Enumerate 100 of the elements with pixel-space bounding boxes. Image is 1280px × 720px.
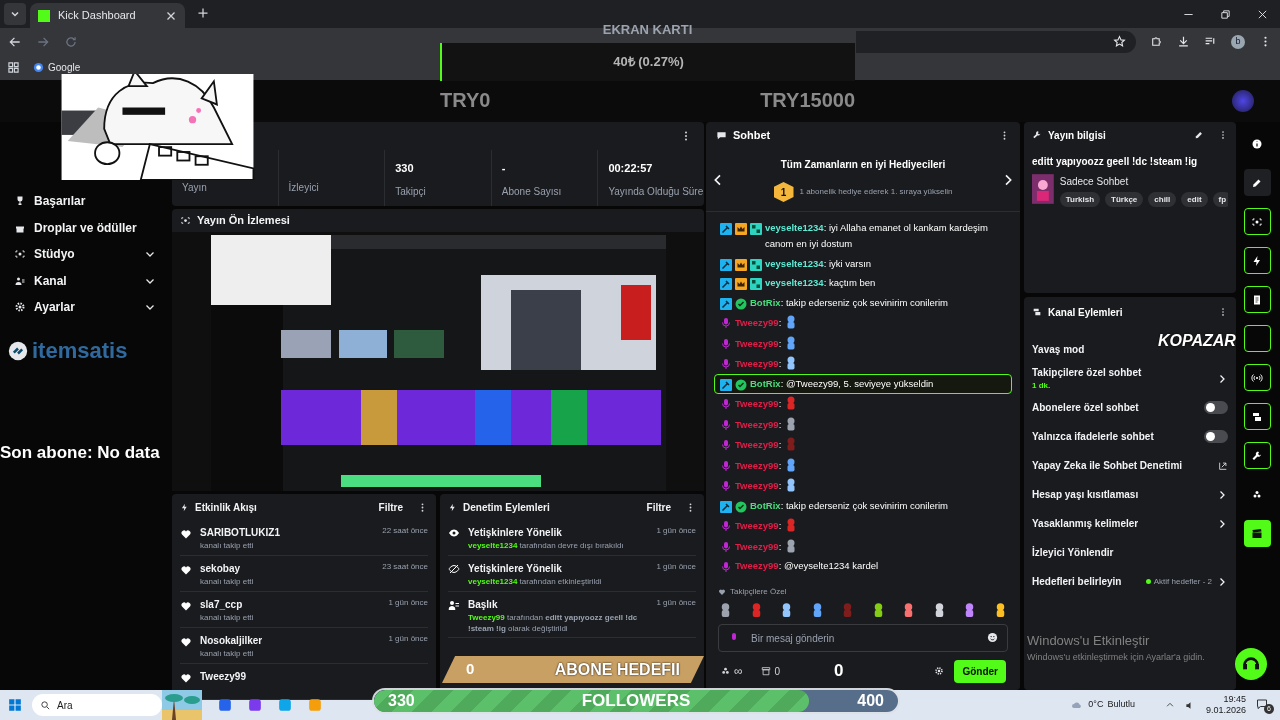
rail-button[interactable] [1243, 208, 1271, 235]
rail-button[interactable] [1243, 169, 1271, 196]
feed-item[interactable]: sekobay kanalı takip etti 23 saat önce [180, 556, 428, 592]
stat-value: - [501, 161, 507, 176]
setting-row[interactable]: Takipçilere özel sohbet 1 dk. [1032, 364, 1228, 393]
sidebar-item[interactable]: Ayarlar [0, 294, 170, 321]
sword-badge-icon [720, 297, 732, 310]
globe-icon [33, 62, 44, 73]
taskbar-clock[interactable]: 19:45 9.01.2026 [1205, 694, 1246, 716]
toggle-switch[interactable] [1204, 430, 1228, 443]
download-icon[interactable] [1177, 35, 1190, 48]
user-avatar[interactable] [1232, 90, 1254, 112]
setting-link[interactable]: İzleyici Yönlendir [1032, 545, 1114, 560]
weather-widget[interactable]: 0°C Bulutlu [1070, 698, 1135, 712]
feed-item[interactable]: sla7_ccp kanalı takip etti 1 gün önce [180, 592, 428, 628]
send-button[interactable]: Gönder [954, 659, 1006, 683]
tag-chip[interactable]: Türkçe [1105, 192, 1144, 207]
setting-row[interactable]: Yasaklanmış kelimeler [1032, 509, 1228, 538]
sidebar-item[interactable]: Kanal [0, 267, 170, 294]
goal-target: 400 [857, 691, 884, 711]
filter-button[interactable]: Filtre [646, 499, 671, 515]
app-icon[interactable] [218, 698, 232, 712]
app-icon[interactable] [308, 698, 322, 712]
clapperboard-icon [1251, 527, 1263, 540]
feed-item[interactable]: SARIBOTLUKIZ1 kanalı takip etti 22 saat önce [180, 520, 428, 556]
feed-item[interactable]: Nosokaljilker kanalı takip etti 1 gün önce [180, 628, 428, 664]
rail-button[interactable] [1243, 364, 1271, 391]
setting-row[interactable]: Yalnızca ifadelerle sohbet [1032, 422, 1228, 451]
filter-button[interactable]: Filtre [378, 499, 403, 515]
rail-button[interactable] [1243, 247, 1271, 274]
camera-icon [180, 215, 191, 226]
new-tab-icon[interactable] [197, 7, 209, 19]
store-indicator[interactable]: 0 [760, 663, 781, 679]
card-title: Etkinlik Akışı [195, 500, 258, 515]
tab-search-button[interactable] [4, 3, 26, 25]
puzzle-icon[interactable] [1150, 35, 1163, 48]
stream-title: editt yapıyoozz geell !dc !steam !ig [1032, 155, 1199, 169]
heart-icon [180, 564, 192, 576]
sword-badge-icon [720, 258, 732, 271]
sword-badge-icon [720, 500, 732, 513]
chevron-up-icon[interactable] [1164, 700, 1175, 710]
bookmark[interactable]: Google [29, 60, 85, 75]
chat-message: Tweezy99: [735, 456, 1006, 474]
setting-row[interactable]: Hesap yaşı kısıtlaması [1032, 480, 1228, 509]
tag-chip[interactable]: Turkish [1059, 192, 1101, 207]
taskbar-search[interactable]: Ara [32, 694, 162, 716]
close-icon[interactable] [165, 9, 177, 22]
setting-label: Takipçilere özel sohbet [1032, 366, 1142, 380]
timestamp: 1 gün önce [388, 633, 428, 645]
message-input[interactable]: Bir mesaj gönderin [718, 624, 1008, 652]
chat-message: Tweezy99: [735, 314, 1006, 332]
settings-icon[interactable] [934, 666, 945, 676]
overlay-logo: KOPAZAR [1158, 332, 1236, 350]
external-link-icon [1218, 460, 1228, 471]
notification-icon[interactable] [1256, 698, 1268, 710]
feed-item[interactable]: Başlık Tweezy99 tarafından editt yapıyoozz geell !dc !steam !ig olarak değiştirildi 1 gün önce [448, 592, 696, 638]
tag-chip[interactable]: chill [1148, 192, 1177, 207]
card-title: Sohbet [733, 127, 772, 143]
edit-icon[interactable] [1194, 130, 1204, 140]
smiley-icon[interactable] [987, 632, 998, 643]
goal-min: TRY0 [440, 88, 491, 113]
tag-chip[interactable]: edit [1181, 192, 1208, 207]
toggle-switch[interactable] [1204, 401, 1228, 414]
setting-row[interactable]: Abonelere özel sohbet [1032, 393, 1228, 422]
support-icon[interactable] [1235, 648, 1267, 680]
sidebar-item[interactable]: Stüdyo [0, 241, 170, 268]
star-icon[interactable] [1113, 35, 1126, 48]
restore-icon[interactable] [1220, 8, 1231, 20]
link-icon [8, 341, 28, 361]
goal-current: 0 [466, 659, 475, 680]
video-icon [1251, 410, 1263, 423]
profile-avatar[interactable]: b [1231, 34, 1245, 49]
feed-item[interactable]: Yetişkinlere Yönelik veyselte1234 tarafından etkinleştirildi 1 gün önce [448, 556, 696, 592]
apps-grid-icon[interactable] [8, 62, 19, 73]
rail-button[interactable] [1243, 403, 1271, 430]
sidebar-item[interactable]: Başarılar [0, 188, 170, 215]
chat-message: veyselte1234: iyki varsın [765, 256, 873, 271]
app-icon[interactable] [278, 698, 292, 712]
setting-row[interactable]: Hedefleri belirleyin Aktif hedefler - 2 [1032, 567, 1228, 596]
gifters-title: Tüm Zamanların en iyi Hediyecileri [780, 158, 946, 172]
tag-chip[interactable]: fp [1212, 192, 1228, 207]
browser-tab[interactable]: Kick Dashboard [30, 3, 185, 28]
points-indicator[interactable]: ∞ [720, 662, 743, 680]
rail-button[interactable] [1243, 442, 1271, 469]
setting-row[interactable]: Yapay Zeka ile Sohbet Denetimi [1032, 451, 1228, 480]
site-icon [38, 9, 50, 22]
windows-start-icon[interactable] [8, 698, 22, 712]
rail-button[interactable] [1243, 286, 1271, 313]
sidebar-item[interactable]: Droplar ve ödüller [0, 214, 170, 241]
feed-item[interactable]: Yetişkinlere Yönelik veyselte1234 tarafından devre dışı bırakıldı 1 gün önce [448, 520, 696, 556]
username: SARIBOTLUKIZ1 [200, 526, 281, 540]
category-thumbnail-icon [1032, 174, 1054, 204]
app-icon[interactable] [248, 698, 262, 712]
rail-button[interactable] [1243, 325, 1271, 352]
grid-badge-icon [750, 222, 762, 235]
setting-link[interactable]: Yavaş mod [1032, 342, 1085, 357]
close-icon[interactable] [1257, 8, 1268, 20]
sword-badge-icon [720, 278, 732, 290]
timestamp: 22 saat önce [382, 525, 428, 537]
rail-button[interactable] [1243, 520, 1271, 547]
